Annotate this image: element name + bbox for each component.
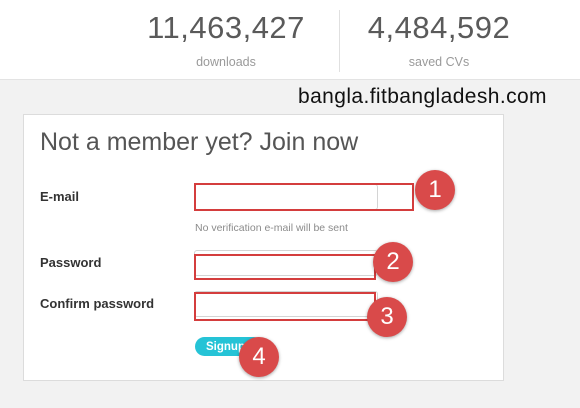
- password-field[interactable]: [194, 250, 378, 276]
- annotation-badge-3: 3: [367, 297, 407, 337]
- stats-divider: [339, 10, 340, 72]
- form-title: Not a member yet? Join now: [40, 128, 359, 156]
- annotation-badge-2: 2: [373, 242, 413, 282]
- downloads-label: downloads: [196, 55, 256, 69]
- stats-bar: 11,463,427 downloads 4,484,592 saved CVs: [0, 0, 580, 80]
- password-label: Password: [40, 255, 102, 270]
- email-hint: No verification e-mail will be sent: [195, 222, 348, 234]
- email-label: E-mail: [40, 189, 80, 204]
- annotation-badge-1: 1: [415, 170, 455, 210]
- watermark-url: bangla.fitbangladesh.com: [298, 85, 547, 108]
- confirm-password-label: Confirm password: [40, 296, 155, 311]
- saved-cvs-label: saved CVs: [408, 55, 470, 69]
- email-field[interactable]: [194, 184, 378, 210]
- annotation-badge-4: 4: [239, 337, 279, 377]
- downloads-count: 11,463,427: [147, 10, 305, 45]
- saved-cvs-count: 4,484,592: [367, 10, 511, 45]
- confirm-password-field[interactable]: [194, 291, 378, 317]
